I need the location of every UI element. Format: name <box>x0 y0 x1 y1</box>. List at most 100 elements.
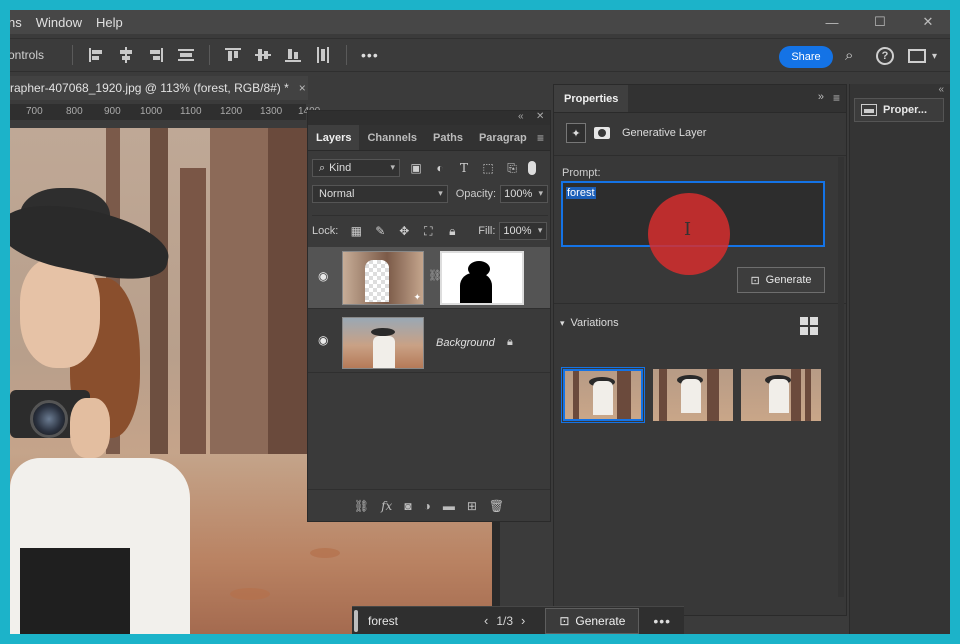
minimize-icon[interactable]: — <box>810 10 854 34</box>
lock-all-icon[interactable]: 🔒︎ <box>444 224 460 239</box>
contextual-generate-button[interactable]: ⊡ Generate <box>545 607 640 634</box>
leaf <box>310 548 340 558</box>
lock-row: Lock: ▦ ✎ ✥ ⛶ 🔒︎ Fill: 100% ▾ <box>312 215 548 240</box>
layer-mask-thumbnail[interactable] <box>440 251 524 305</box>
divider <box>72 45 74 65</box>
search-icon[interactable]: ⌕ <box>845 47 853 64</box>
expand-icon[interactable]: » <box>818 91 824 103</box>
tab-layers[interactable]: Layers <box>308 125 360 150</box>
lock-transparent-icon[interactable]: ▦ <box>348 224 364 238</box>
close-panel-icon[interactable]: ✕ <box>536 111 544 122</box>
lock-artboard-icon[interactable]: ⛶ <box>420 224 436 239</box>
align-horizontal-centers-icon[interactable] <box>117 46 135 64</box>
tab-channels[interactable]: Channels <box>359 125 425 150</box>
properties-scrollbar[interactable] <box>838 157 844 597</box>
layers-panel: « ✕ Layers Channels Paths Paragraph ≡ ⌕ … <box>307 110 551 522</box>
horizontal-ruler: 700 800 900 1000 1100 1200 1300 1400 <box>10 104 320 120</box>
menu-item-help[interactable]: Help <box>96 15 123 30</box>
align-vertical-centers-icon[interactable] <box>254 46 272 64</box>
link-layers-icon[interactable]: ⛓︎ <box>354 499 369 513</box>
chevron-down-icon: ▾ <box>560 317 565 328</box>
pixel-filter-icon[interactable]: ▣ <box>408 161 424 175</box>
new-layer-icon[interactable]: ⊞ <box>467 499 477 513</box>
menu-item-window[interactable]: Window <box>36 15 82 30</box>
more-options-icon[interactable]: ••• <box>653 613 671 629</box>
variation-thumbnail[interactable] <box>653 369 733 421</box>
previous-variation-icon[interactable]: ‹ <box>484 613 488 628</box>
visibility-eye-icon[interactable]: ◉ <box>318 333 332 347</box>
lock-label: Lock: <box>312 225 339 237</box>
filter-toggle[interactable] <box>528 161 536 175</box>
generate-button[interactable]: ⊡ Generate <box>737 267 825 293</box>
mask-icon[interactable] <box>592 123 612 143</box>
document-tab[interactable]: rapher-407068_1920.jpg @ 113% (forest, R… <box>10 76 308 100</box>
shape-filter-icon[interactable]: ⬚ <box>480 161 496 175</box>
person <box>681 379 701 413</box>
properties-icon <box>861 104 877 116</box>
layer-type-label: Generative Layer <box>622 127 707 139</box>
divider <box>554 303 846 304</box>
opacity-field[interactable]: 100% ▾ <box>500 185 548 203</box>
variation-thumbnail[interactable] <box>741 369 821 421</box>
workspace-icon[interactable] <box>908 49 926 63</box>
filter-kind-value: Kind <box>329 162 352 174</box>
menu-item-plugins[interactable]: ns <box>10 15 22 30</box>
dock-properties-button[interactable]: Proper... <box>854 98 944 122</box>
lock-image-icon[interactable]: ✎ <box>372 224 388 238</box>
tab-paths[interactable]: Paths <box>425 125 471 150</box>
distribute-vertical-icon[interactable] <box>177 46 195 64</box>
lock-position-icon[interactable]: ✥ <box>396 224 412 238</box>
add-mask-icon[interactable]: ◙ <box>404 499 411 513</box>
contextual-prompt[interactable]: forest <box>368 614 476 628</box>
smart-object-filter-icon[interactable]: ⎘ <box>504 161 520 176</box>
delete-layer-icon[interactable]: 🗑︎ <box>489 499 504 513</box>
new-group-icon[interactable]: ▬ <box>443 499 455 513</box>
ruler-tick: 1000 <box>140 106 163 117</box>
panel-menu-icon[interactable]: ≡ <box>537 131 544 145</box>
fill-label: Fill: <box>478 225 496 237</box>
show-transform-controls-label[interactable]: ontrols <box>10 48 44 62</box>
more-options-icon[interactable]: ••• <box>361 47 379 63</box>
close-document-icon[interactable]: × <box>299 81 306 95</box>
collapse-panel-icon[interactable]: « <box>518 111 524 122</box>
maximize-icon[interactable]: ☐ <box>858 10 902 34</box>
chevron-down-icon[interactable]: ▾ <box>932 51 937 62</box>
variation-counter: 1/3 <box>496 613 514 628</box>
generative-layer-header: ✦ Generative Layer <box>554 119 846 147</box>
panel-menu-icon[interactable]: ≡ <box>833 91 840 105</box>
distribute-horizontal-icon[interactable] <box>314 46 332 64</box>
next-variation-icon[interactable]: › <box>521 613 525 628</box>
layer-row-generative[interactable]: ◉ ✦ ⛓︎ <box>308 247 550 309</box>
visibility-eye-icon[interactable]: ◉ <box>318 269 332 283</box>
grid-view-icon[interactable] <box>800 317 818 335</box>
align-top-edges-icon[interactable] <box>224 46 242 64</box>
close-window-icon[interactable]: ✕ <box>906 10 950 34</box>
camera-lens <box>30 400 68 438</box>
tab-paragraph[interactable]: Paragraph <box>471 125 527 150</box>
variation-thumbnail[interactable] <box>561 367 645 423</box>
fx-icon[interactable]: fx <box>381 499 392 513</box>
share-button[interactable]: Share <box>779 46 833 68</box>
variations-header[interactable]: ▾ Variations <box>560 317 619 329</box>
adjustment-layer-icon[interactable]: ◑ <box>424 499 431 513</box>
fill-field[interactable]: 100% ▾ <box>499 222 548 240</box>
adjustment-filter-icon[interactable]: ◐ <box>432 161 448 175</box>
align-bottom-edges-icon[interactable] <box>284 46 302 64</box>
collapse-dock-icon[interactable]: « <box>938 84 944 95</box>
dock-properties-label: Proper... <box>883 104 928 116</box>
align-left-edges-icon[interactable] <box>87 46 105 64</box>
filter-kind-dropdown[interactable]: ⌕ Kind ▾ <box>312 159 400 177</box>
help-icon[interactable]: ? <box>876 47 894 65</box>
blend-mode-dropdown[interactable]: Normal ▾ <box>312 185 448 203</box>
layer-thumbnail: ✦ <box>342 251 424 305</box>
layer-name-background[interactable]: Background <box>436 337 495 349</box>
tab-properties[interactable]: Properties <box>554 85 629 112</box>
subject-face <box>20 258 100 368</box>
generate-icon: ⊡ <box>750 274 760 287</box>
align-right-edges-icon[interactable] <box>147 46 165 64</box>
subject-hand <box>70 398 110 458</box>
thumb-body <box>373 336 395 368</box>
type-filter-icon[interactable]: T <box>456 161 472 175</box>
drag-handle[interactable] <box>354 609 358 632</box>
layer-row-background[interactable]: ◉ Background 🔒︎ <box>308 311 550 373</box>
